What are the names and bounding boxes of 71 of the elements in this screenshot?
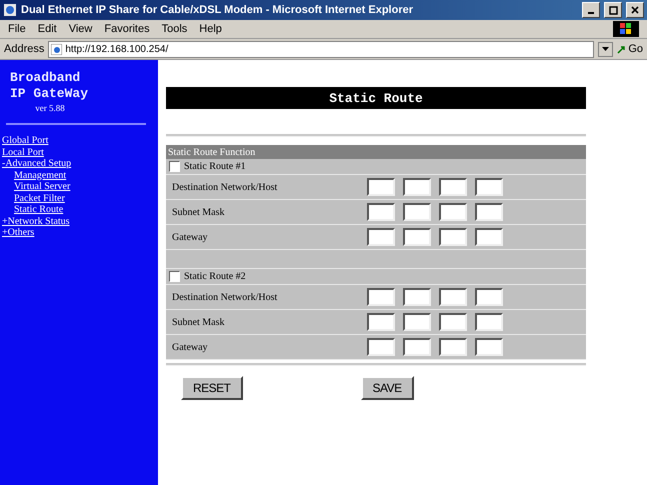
octet-field[interactable] — [403, 228, 431, 246]
field-label: Subnet Mask — [171, 206, 226, 218]
nav-link[interactable]: -Advanced Setup — [2, 158, 72, 170]
browser-icon — [3, 3, 17, 17]
octet-field[interactable] — [403, 338, 431, 356]
arrow-icon — [617, 44, 626, 54]
dropdown-button[interactable] — [598, 42, 614, 56]
octet-field[interactable] — [403, 203, 431, 221]
nav-link[interactable]: Global Port — [2, 135, 48, 146]
menu-item[interactable]: Edit — [38, 23, 57, 35]
menu-item[interactable]: Tools — [162, 23, 188, 35]
octet-field[interactable] — [367, 338, 395, 356]
action-button[interactable]: SAVE — [360, 376, 414, 400]
action-button[interactable]: RESET — [181, 376, 243, 400]
octet-field[interactable] — [403, 288, 431, 306]
close-icon — [631, 6, 639, 14]
menu-item[interactable]: Favorites — [104, 23, 150, 35]
octet-field[interactable] — [475, 288, 503, 306]
octet-field[interactable] — [439, 178, 467, 196]
octet-field[interactable] — [439, 228, 467, 246]
octet-field[interactable] — [367, 288, 395, 306]
octet-field[interactable] — [475, 338, 503, 356]
octet-field[interactable] — [475, 203, 503, 221]
brand-title: IP GateWay — [9, 86, 90, 102]
caret-icon — [602, 47, 610, 51]
octet-field[interactable] — [439, 203, 467, 221]
page-title: Static Route — [166, 87, 586, 109]
nav-link[interactable]: +Others — [2, 227, 34, 238]
octet-field[interactable] — [475, 228, 503, 246]
nav-link[interactable]: Local Port — [2, 146, 44, 158]
field-label: Gateway — [171, 232, 209, 242]
checkbox[interactable] — [169, 271, 180, 282]
field-label: Gateway — [171, 342, 209, 352]
octet-field[interactable] — [475, 313, 503, 331]
octet-field[interactable] — [439, 288, 467, 306]
windows-logo-icon — [613, 21, 639, 37]
octet-field[interactable] — [475, 178, 503, 196]
page-icon — [51, 44, 62, 54]
go-button[interactable]: Go — [617, 43, 643, 55]
close-button[interactable] — [626, 2, 644, 18]
menu-item[interactable]: Help — [199, 23, 222, 35]
field-label: Destination Network/Host — [171, 182, 278, 192]
window-title: Dual Ethernet IP Share for Cable/xDSL Modem - Microsoft Internet Explorer — [21, 4, 414, 16]
menu-item[interactable]: View — [68, 23, 92, 35]
nav-link[interactable]: Virtual Server — [14, 181, 70, 192]
octet-field[interactable] — [367, 178, 395, 196]
address-field[interactable]: http://192.168.100.254/ — [48, 40, 594, 58]
nav-link[interactable]: Management — [14, 170, 66, 181]
address-label: Address — [4, 43, 44, 55]
brand-title: Broadband — [9, 70, 82, 86]
version-text: ver 5.88 — [34, 103, 66, 113]
menu-item[interactable]: File — [8, 23, 26, 35]
field-label: Destination Network/Host — [171, 292, 278, 302]
checkbox-label: Static Route #2 — [184, 271, 246, 282]
field-label: Subnet Mask — [171, 316, 226, 328]
octet-field[interactable] — [403, 178, 431, 196]
octet-field[interactable] — [367, 313, 395, 331]
octet-field[interactable] — [439, 313, 467, 331]
section-title: Static Route Function — [166, 145, 586, 159]
checkbox[interactable] — [169, 161, 180, 172]
checkbox-label: Static Route #1 — [184, 161, 246, 172]
octet-field[interactable] — [439, 338, 467, 356]
nav-link[interactable]: Packet Filter — [14, 192, 65, 204]
octet-field[interactable] — [403, 313, 431, 331]
maximize-button[interactable] — [604, 2, 622, 18]
octet-field[interactable] — [367, 228, 395, 246]
maximize-icon — [608, 6, 618, 14]
minimize-button[interactable] — [582, 2, 600, 18]
nav-link[interactable]: Static Route — [14, 204, 64, 216]
octet-field[interactable] — [367, 203, 395, 221]
nav-link[interactable]: +Network Status — [2, 216, 70, 227]
